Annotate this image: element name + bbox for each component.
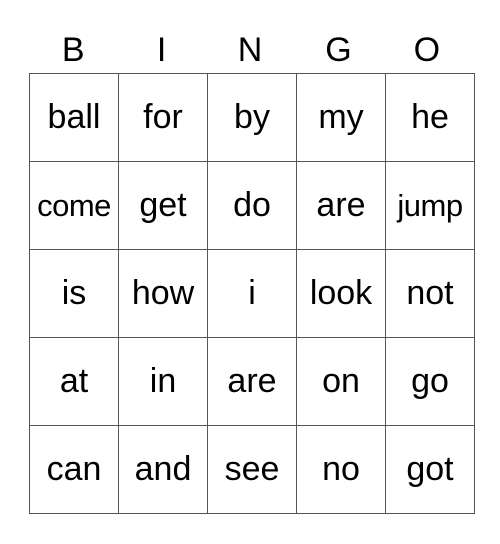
card-cell[interactable]: how	[118, 249, 208, 338]
card-row: can and see no got	[29, 425, 475, 514]
card-cell[interactable]: ball	[29, 73, 119, 162]
card-cell[interactable]: and	[118, 425, 208, 514]
card-cell[interactable]: go	[385, 337, 475, 426]
card-cell[interactable]: jump	[385, 161, 475, 250]
header-letter-n: N	[237, 31, 263, 69]
card-cell[interactable]: he	[385, 73, 475, 162]
card-cell[interactable]: no	[296, 425, 386, 514]
card-row: ball for by my he	[29, 73, 475, 162]
card-cell[interactable]: in	[118, 337, 208, 426]
header-letter-o: O	[413, 31, 441, 69]
card-cell[interactable]: are	[207, 337, 297, 426]
card-cell[interactable]: do	[207, 161, 297, 250]
card-cell[interactable]: for	[118, 73, 208, 162]
card-cell[interactable]: get	[118, 161, 208, 250]
bingo-card: ball for by my he come get do are jump i…	[29, 73, 475, 514]
card-cell[interactable]: see	[207, 425, 297, 514]
card-cell[interactable]: is	[29, 249, 119, 338]
card-cell[interactable]: not	[385, 249, 475, 338]
card-row: come get do are jump	[29, 161, 475, 250]
card-cell[interactable]: i	[207, 249, 297, 338]
card-cell[interactable]: by	[207, 73, 297, 162]
card-cell[interactable]: come	[29, 161, 119, 250]
card-cell[interactable]: can	[29, 425, 119, 514]
card-cell[interactable]: at	[29, 337, 119, 426]
header-letter-b: B	[61, 31, 85, 69]
card-cell[interactable]: are	[296, 161, 386, 250]
card-row: at in are on go	[29, 337, 475, 426]
card-cell[interactable]: look	[296, 249, 386, 338]
card-cell[interactable]: my	[296, 73, 386, 162]
card-cell[interactable]: on	[296, 337, 386, 426]
header-letter-g: G	[325, 31, 352, 69]
header-letter-i: I	[156, 31, 167, 69]
card-row: is how i look not	[29, 249, 475, 338]
bingo-header: B I N G O	[29, 28, 471, 72]
card-cell[interactable]: got	[385, 425, 475, 514]
